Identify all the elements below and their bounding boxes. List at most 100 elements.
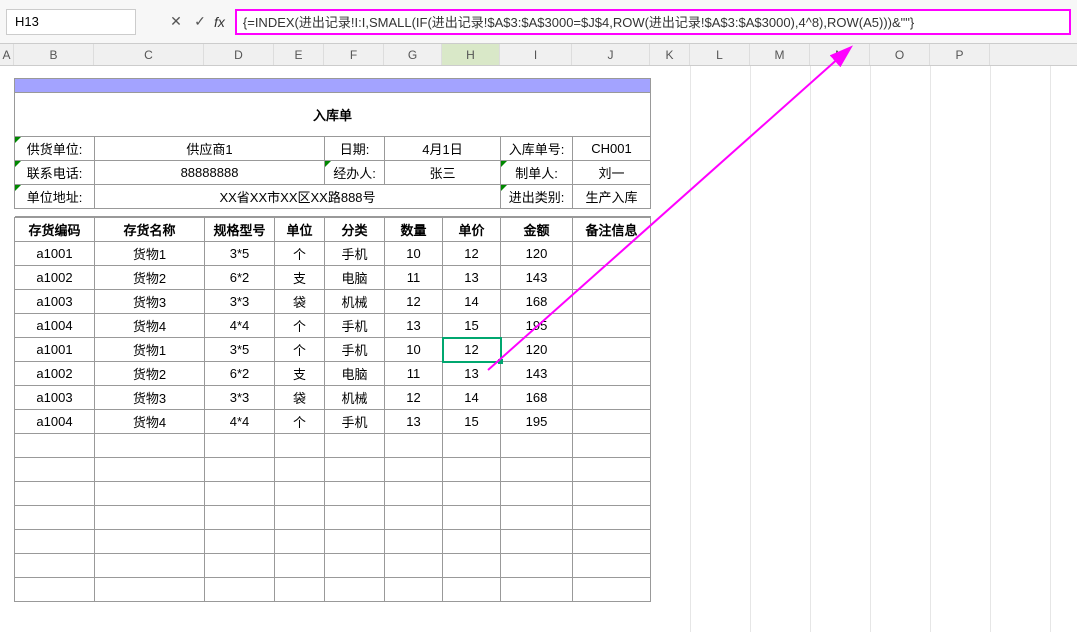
cell[interactable] (385, 554, 443, 578)
cell[interactable] (385, 482, 443, 506)
cell[interactable] (573, 410, 651, 434)
cell[interactable] (325, 458, 385, 482)
th-1[interactable]: 存货名称 (95, 218, 205, 242)
cell[interactable]: 支 (275, 362, 325, 386)
cell[interactable] (501, 482, 573, 506)
cell[interactable]: 13 (385, 410, 443, 434)
th-2[interactable]: 规格型号 (205, 218, 275, 242)
cell[interactable] (325, 530, 385, 554)
cell[interactable] (205, 506, 275, 530)
cell[interactable] (443, 458, 501, 482)
cell[interactable]: 手机 (325, 242, 385, 266)
cell[interactable] (95, 530, 205, 554)
colheader-G[interactable]: G (384, 44, 442, 65)
val-phone[interactable]: 88888888 (95, 161, 325, 185)
name-box[interactable]: H13 (6, 9, 136, 35)
val-handler[interactable]: 张三 (385, 161, 501, 185)
cell[interactable] (275, 554, 325, 578)
cell[interactable] (443, 506, 501, 530)
cell[interactable] (573, 554, 651, 578)
cell[interactable]: a1001 (15, 338, 95, 362)
th-7[interactable]: 金额 (501, 218, 573, 242)
cell[interactable]: 3*3 (205, 386, 275, 410)
cell[interactable]: 手机 (325, 338, 385, 362)
cell[interactable] (443, 554, 501, 578)
cell[interactable]: 11 (385, 362, 443, 386)
cell[interactable]: 袋 (275, 290, 325, 314)
cell[interactable] (15, 458, 95, 482)
cell[interactable]: 机械 (325, 386, 385, 410)
cell[interactable]: 143 (501, 362, 573, 386)
cell[interactable] (275, 434, 325, 458)
cell[interactable] (325, 506, 385, 530)
cell[interactable] (501, 506, 573, 530)
cell[interactable]: 13 (443, 266, 501, 290)
colheader-J[interactable]: J (572, 44, 650, 65)
cell[interactable]: 12 (385, 386, 443, 410)
cell[interactable]: 6*2 (205, 362, 275, 386)
colheader-O[interactable]: O (870, 44, 930, 65)
th-0[interactable]: 存货编码 (15, 218, 95, 242)
cell[interactable] (15, 506, 95, 530)
cell[interactable]: 个 (275, 410, 325, 434)
cell[interactable] (325, 434, 385, 458)
cell[interactable] (15, 554, 95, 578)
cell[interactable]: 货物3 (95, 290, 205, 314)
cell[interactable]: 3*5 (205, 338, 275, 362)
cell[interactable]: a1004 (15, 314, 95, 338)
cell[interactable]: 4*4 (205, 410, 275, 434)
cell[interactable]: a1003 (15, 290, 95, 314)
colheader-I[interactable]: I (500, 44, 572, 65)
cell[interactable] (385, 434, 443, 458)
cell[interactable]: a1001 (15, 242, 95, 266)
cell[interactable]: 个 (275, 314, 325, 338)
colheader-B[interactable]: B (14, 44, 94, 65)
formula-bar[interactable]: {=INDEX(进出记录!I:I,SMALL(IF(进出记录!$A$3:$A$3… (235, 9, 1071, 35)
cell[interactable] (275, 482, 325, 506)
cell[interactable]: 13 (443, 362, 501, 386)
cell[interactable]: 13 (385, 314, 443, 338)
cell[interactable] (443, 482, 501, 506)
cell[interactable] (573, 242, 651, 266)
cell[interactable]: 10 (385, 242, 443, 266)
th-5[interactable]: 数量 (385, 218, 443, 242)
colheader-C[interactable]: C (94, 44, 204, 65)
cell[interactable]: 15 (443, 410, 501, 434)
cell[interactable] (573, 458, 651, 482)
cell[interactable] (275, 530, 325, 554)
cell[interactable] (205, 578, 275, 602)
val-creator[interactable]: 刘一 (573, 161, 651, 185)
cell[interactable]: 手机 (325, 314, 385, 338)
colheader-D[interactable]: D (204, 44, 274, 65)
th-8[interactable]: 备注信息 (573, 218, 651, 242)
cell[interactable] (573, 434, 651, 458)
cell[interactable]: 195 (501, 410, 573, 434)
cell[interactable] (573, 530, 651, 554)
cell[interactable]: 168 (501, 290, 573, 314)
fx-icon[interactable]: fx (214, 14, 225, 30)
cell[interactable] (443, 530, 501, 554)
cell[interactable] (205, 530, 275, 554)
cell[interactable] (573, 386, 651, 410)
cell[interactable] (573, 362, 651, 386)
cell[interactable] (95, 578, 205, 602)
cell[interactable] (385, 578, 443, 602)
val-type[interactable]: 生产入库 (573, 185, 651, 209)
cell[interactable]: 4*4 (205, 314, 275, 338)
cell[interactable]: 10 (385, 338, 443, 362)
cell[interactable] (205, 458, 275, 482)
cell[interactable] (15, 482, 95, 506)
cell[interactable] (573, 506, 651, 530)
cell[interactable] (443, 434, 501, 458)
cell[interactable] (501, 578, 573, 602)
cell[interactable]: 电脑 (325, 362, 385, 386)
colheader-H[interactable]: H (442, 44, 500, 65)
cell[interactable] (95, 554, 205, 578)
cell[interactable]: 12 (443, 242, 501, 266)
cell[interactable]: 15 (443, 314, 501, 338)
cancel-icon[interactable]: ✕ (166, 12, 186, 32)
cell[interactable]: a1002 (15, 362, 95, 386)
th-4[interactable]: 分类 (325, 218, 385, 242)
cell[interactable]: 195 (501, 314, 573, 338)
cell[interactable] (205, 554, 275, 578)
